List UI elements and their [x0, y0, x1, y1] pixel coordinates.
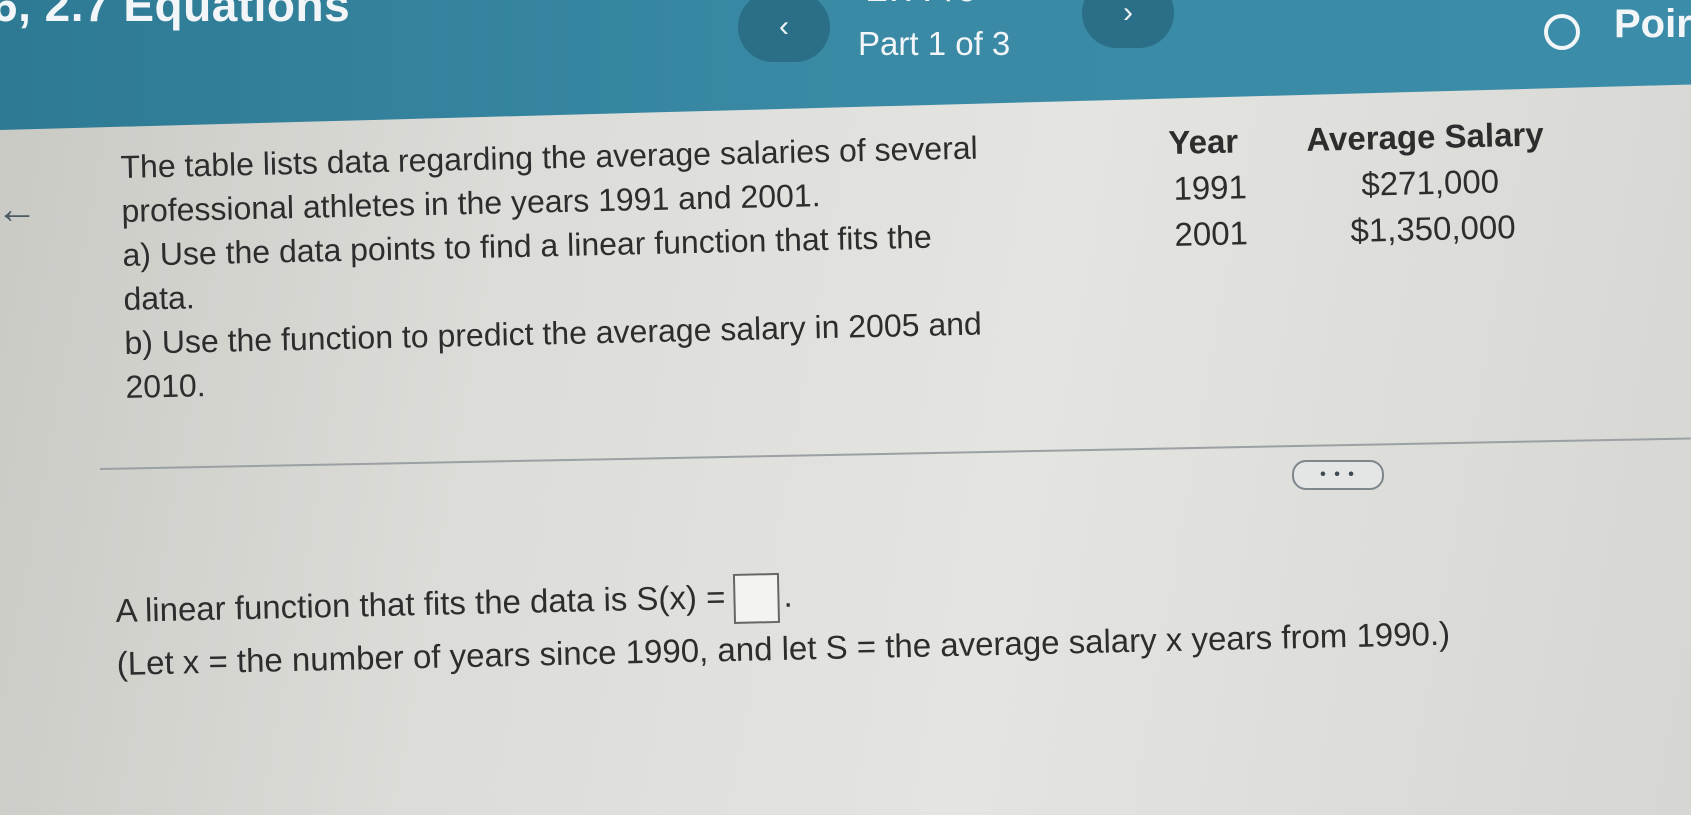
table-cell-salary: $271,000 — [1360, 162, 1500, 203]
points-status-icon — [1544, 14, 1580, 50]
table-cell-salary: $1,350,000 — [1350, 208, 1517, 249]
problem-statement: The table lists data regarding the avera… — [120, 122, 1136, 409]
chevron-left-icon: ‹ — [779, 10, 789, 43]
answer-prompt: A linear function that fits the data is … — [115, 578, 726, 629]
answer-section: A linear function that fits the data is … — [115, 555, 1451, 691]
table-header-year: Year — [1168, 122, 1239, 161]
section-divider — [100, 437, 1691, 470]
chevron-right-icon: › — [1123, 0, 1133, 29]
table-header-salary: Average Salary — [1305, 115, 1545, 158]
answer-suffix: . — [782, 576, 793, 614]
back-arrow-icon[interactable]: ← — [0, 185, 38, 233]
section-title: 6, 2.7 Equations — [0, 0, 351, 31]
table-cell-year: 1991 — [1173, 168, 1248, 207]
more-options-button[interactable]: • • • — [1292, 460, 1384, 490]
question-number: 2.7.46 — [866, 0, 977, 11]
previous-question-button[interactable]: ‹ — [738, 0, 830, 62]
part-indicator: Part 1 of 3 — [858, 25, 1011, 62]
answer-input[interactable] — [732, 573, 780, 625]
table-cell-year: 2001 — [1174, 214, 1249, 253]
next-question-button[interactable]: › — [1082, 0, 1174, 48]
points-label: Poir — [1614, 2, 1691, 46]
